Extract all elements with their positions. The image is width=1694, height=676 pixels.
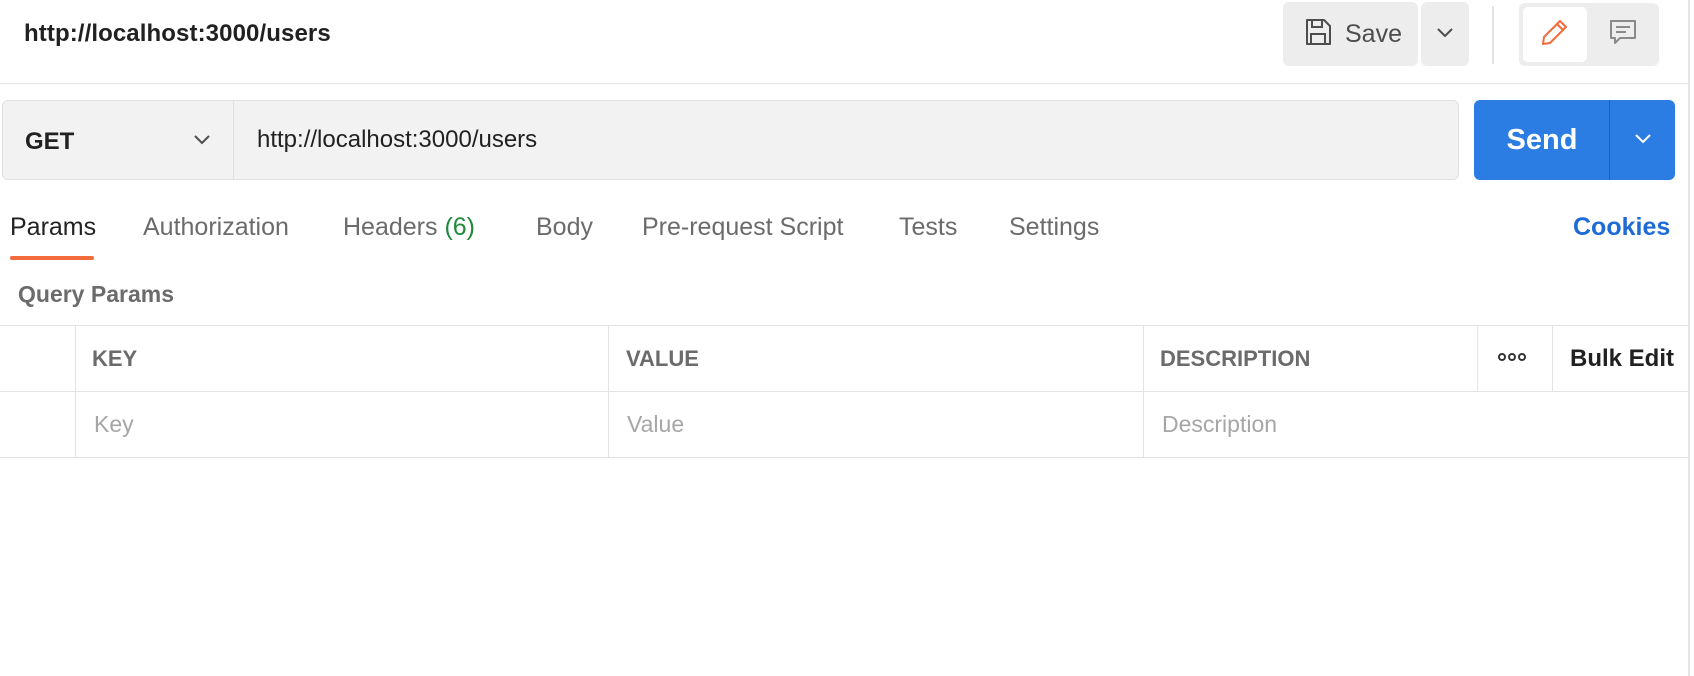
- bulk-edit-button[interactable]: Bulk Edit: [1570, 345, 1674, 373]
- column-header-value: VALUE: [626, 346, 699, 371]
- tab-headers[interactable]: Headers (6): [343, 213, 475, 242]
- tab-tests[interactable]: Tests: [899, 213, 957, 242]
- panel-border: [1688, 0, 1690, 676]
- column-header-description: DESCRIPTION: [1160, 346, 1311, 371]
- chevron-down-icon: [1632, 127, 1654, 154]
- chevron-down-icon: [1434, 21, 1456, 48]
- mode-toggle: [1519, 3, 1659, 66]
- tab-body[interactable]: Body: [536, 213, 593, 242]
- param-key-input[interactable]: [76, 392, 607, 456]
- edit-mode-button[interactable]: [1523, 7, 1587, 62]
- save-label: Save: [1345, 19, 1402, 48]
- floppy-disk-icon: [1303, 17, 1333, 52]
- url-bar: GET: [2, 100, 1459, 180]
- request-header: http://localhost:3000/users Save: [0, 0, 1688, 84]
- query-params-title: Query Params: [18, 281, 174, 307]
- param-description-input[interactable]: [1144, 392, 1684, 456]
- save-dropdown-button[interactable]: [1421, 2, 1469, 66]
- method-select[interactable]: GET: [3, 101, 234, 179]
- request-name[interactable]: http://localhost:3000/users: [24, 20, 331, 48]
- save-button[interactable]: Save: [1283, 2, 1418, 66]
- comments-button[interactable]: [1591, 7, 1655, 62]
- tab-settings[interactable]: Settings: [1009, 213, 1099, 242]
- url-input[interactable]: [235, 101, 1455, 179]
- column-divider: [1552, 326, 1553, 391]
- header-divider: [1492, 6, 1494, 64]
- active-tab-indicator: [10, 256, 94, 260]
- tab-headers-label: Headers: [343, 213, 438, 241]
- ellipsis-icon: [1497, 350, 1527, 368]
- column-header-key: KEY: [92, 346, 138, 371]
- headers-count-badge: (6): [444, 213, 476, 241]
- param-value-input[interactable]: [609, 392, 1142, 456]
- tab-pre-request-script[interactable]: Pre-request Script: [642, 213, 843, 242]
- tab-authorization[interactable]: Authorization: [143, 213, 289, 242]
- send-group: Send: [1474, 100, 1675, 180]
- more-options-button[interactable]: [1474, 326, 1549, 391]
- method-label: GET: [25, 128, 75, 155]
- query-params-table: KEY VALUE DESCRIPTION Bulk Edit: [0, 325, 1688, 458]
- pencil-icon: [1540, 17, 1570, 52]
- cookies-link[interactable]: Cookies: [1573, 213, 1670, 242]
- send-button[interactable]: Send: [1474, 100, 1610, 180]
- send-dropdown-button[interactable]: [1610, 100, 1675, 180]
- send-label: Send: [1506, 123, 1578, 156]
- comment-icon: [1608, 17, 1638, 52]
- request-editor: http://localhost:3000/users Save GET htt…: [0, 0, 1694, 676]
- tab-params[interactable]: Params: [10, 213, 96, 242]
